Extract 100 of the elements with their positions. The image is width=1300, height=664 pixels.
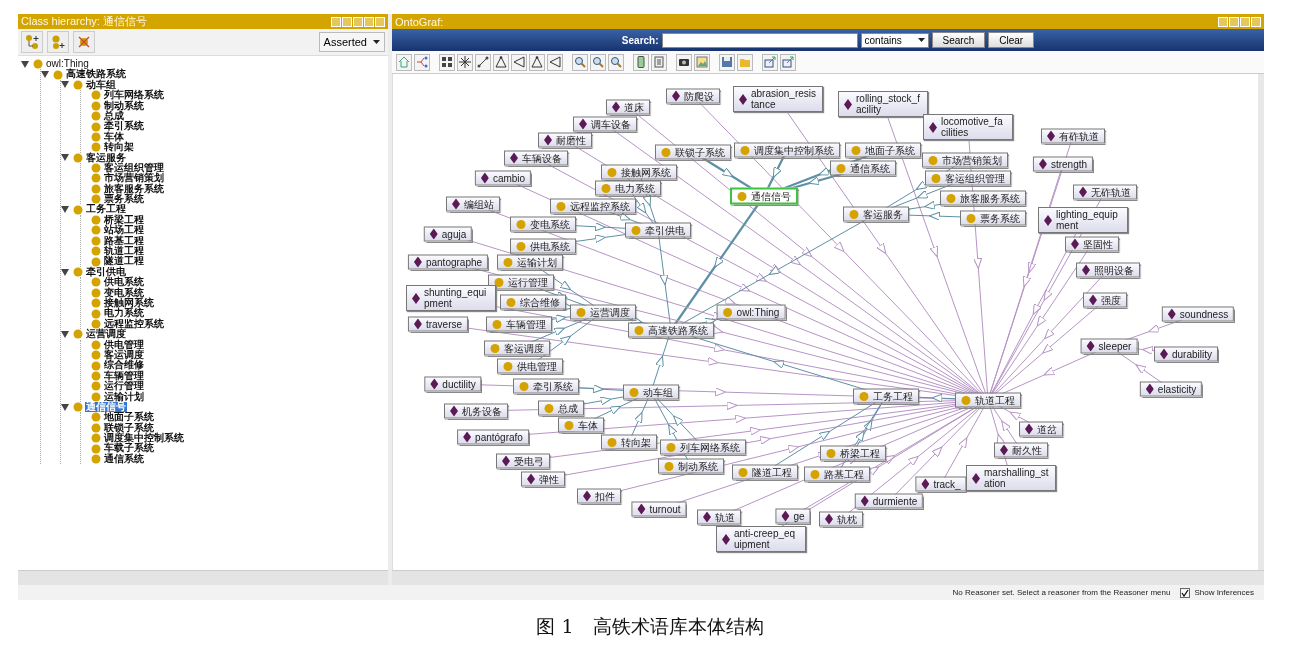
tree-item[interactable]: 总成: [103, 110, 125, 122]
view-dropdown[interactable]: Asserted: [318, 32, 385, 52]
tree-item[interactable]: 工务工程: [85, 204, 127, 215]
tree-item[interactable]: 轨道工程: [103, 246, 145, 257]
tree-item[interactable]: 车体: [103, 131, 125, 143]
graph-node[interactable]: ductility: [424, 376, 482, 392]
graph-node[interactable]: 桥梁工程: [820, 445, 886, 461]
expand-triangle-icon[interactable]: [61, 268, 69, 276]
toolbar-button[interactable]: [572, 53, 588, 71]
search-field[interactable]: [661, 32, 858, 48]
search-action-button[interactable]: Clear: [988, 32, 1035, 48]
toolbar-button[interactable]: [493, 53, 509, 71]
tree-item[interactable]: 桥梁工程: [103, 214, 145, 226]
graph-node[interactable]: soundness: [1161, 306, 1235, 322]
graph-node[interactable]: 车辆管理: [486, 316, 552, 332]
graph-node[interactable]: 坚固性: [1065, 236, 1119, 252]
graph-node[interactable]: 供电系统: [510, 238, 576, 254]
graph-node[interactable]: 道岔: [1019, 421, 1063, 437]
match-mode-dropdown[interactable]: contains: [860, 32, 929, 48]
graph-node[interactable]: 车体: [558, 417, 604, 433]
graph-node[interactable]: strength: [1032, 156, 1094, 172]
tree-item[interactable]: 站场工程: [103, 225, 145, 236]
graph-node[interactable]: 编组站: [446, 196, 500, 212]
add-sibling-button[interactable]: [47, 31, 69, 53]
graph-node[interactable]: 运行管理: [488, 274, 554, 290]
graph-node[interactable]: 旅客服务系统: [940, 190, 1026, 206]
toolbar-button[interactable]: [608, 53, 624, 71]
expand-triangle-icon[interactable]: [61, 330, 69, 338]
tree-item[interactable]: 牵引供电: [85, 266, 127, 278]
toolbar-button[interactable]: [676, 53, 692, 71]
graph-node[interactable]: lighting_equipment: [1038, 207, 1128, 233]
graph-node[interactable]: 高速铁路系统: [628, 322, 714, 338]
graph-node[interactable]: 隧道工程: [732, 464, 798, 480]
tree-item[interactable]: 变电系统: [103, 287, 145, 298]
graph-node[interactable]: 有砟轨道: [1041, 128, 1105, 144]
tree-item[interactable]: 联锁子系统: [103, 422, 155, 434]
tree-item[interactable]: 运行管理: [103, 381, 145, 392]
graph-node[interactable]: 远程监控系统: [550, 198, 636, 214]
tree-item[interactable]: 供电管理: [103, 339, 145, 350]
horizontal-scrollbar[interactable]: [392, 570, 1264, 585]
graph-node[interactable]: 动车组: [623, 384, 679, 400]
graph-node[interactable]: shunting_equipment: [406, 285, 496, 311]
graph-node[interactable]: 牵引系统: [513, 378, 579, 394]
graph-node[interactable]: 工务工程: [853, 388, 919, 404]
graph-node[interactable]: 客运组织管理: [925, 170, 1011, 186]
tree-item[interactable]: 高速铁路系统: [65, 69, 127, 80]
graph-node[interactable]: 变电系统: [510, 216, 576, 232]
graph-node[interactable]: 接触网系统: [601, 164, 677, 180]
tree-item[interactable]: 制动系统: [103, 100, 145, 111]
expand-triangle-icon[interactable]: [61, 206, 69, 214]
graph-node[interactable]: 无砟轨道: [1073, 184, 1137, 200]
graph-node[interactable]: 受电弓: [496, 453, 550, 469]
graph-node[interactable]: sleeper: [1080, 338, 1138, 354]
graph-node[interactable]: 通信信号: [730, 187, 798, 205]
graph-node[interactable]: 联锁子系统: [655, 144, 731, 160]
graph-node[interactable]: 列车网络系统: [660, 439, 746, 455]
horizontal-scrollbar[interactable]: [18, 570, 388, 585]
graph-node[interactable]: elasticity: [1139, 381, 1203, 397]
search-action-button[interactable]: Search: [931, 32, 986, 48]
tree-item[interactable]: owl:Thing: [45, 59, 90, 70]
graph-node[interactable]: 总成: [538, 400, 584, 416]
tree-item[interactable]: 路基工程: [103, 235, 145, 247]
graph-node[interactable]: 市场营销策划: [922, 152, 1008, 168]
tree-item[interactable]: 客运服务: [85, 152, 127, 163]
graph-node[interactable]: 电力系统: [595, 180, 661, 196]
graph-node[interactable]: 道床: [606, 99, 650, 115]
toolbar-button[interactable]: [529, 53, 545, 71]
graph-node[interactable]: 防爬设: [666, 88, 720, 104]
toolbar-button[interactable]: [457, 53, 473, 71]
graph-node[interactable]: marshalling_station: [966, 465, 1056, 491]
graph-node[interactable]: 调车设备: [573, 116, 637, 132]
graph-node[interactable]: 制动系统: [658, 458, 724, 474]
tree-item[interactable]: 牵引系统: [103, 121, 145, 132]
tree-item[interactable]: 隧道工程: [103, 256, 145, 267]
tree-item[interactable]: 地面子系统: [103, 412, 155, 423]
toolbar-button[interactable]: [511, 53, 527, 71]
tree-item[interactable]: 接触网系统: [103, 298, 155, 309]
toolbar-button[interactable]: [633, 53, 649, 71]
tree-item[interactable]: 电力系统: [103, 308, 145, 319]
expand-triangle-icon[interactable]: [21, 60, 29, 68]
expand-triangle-icon[interactable]: [61, 403, 69, 411]
graph-node[interactable]: 通信系统: [830, 160, 896, 176]
graph-node[interactable]: 供电管理: [497, 358, 563, 374]
graph-node[interactable]: 照明设备: [1076, 262, 1140, 278]
graph-node[interactable]: 轨枕: [819, 511, 863, 527]
toolbar-button[interactable]: [439, 53, 455, 71]
graph-node[interactable]: aguja: [423, 226, 473, 242]
graph-node[interactable]: 运输计划: [497, 254, 563, 270]
graph-node[interactable]: durability: [1154, 346, 1218, 362]
graph-node[interactable]: traverse: [407, 316, 469, 332]
graph-node[interactable]: 客运调度: [484, 340, 550, 356]
delete-class-button[interactable]: [73, 31, 95, 53]
graph-node[interactable]: 弹性: [521, 471, 565, 487]
graph-node[interactable]: anti-creep_equipment: [716, 526, 806, 552]
tree-item[interactable]: 运输计划: [103, 391, 145, 402]
graph-node[interactable]: 机务设备: [444, 403, 508, 419]
expand-triangle-icon[interactable]: [61, 81, 69, 89]
tree-item[interactable]: 综合维修: [103, 360, 145, 371]
graph-node[interactable]: pantographe: [407, 254, 489, 270]
graph-node[interactable]: 调度集中控制系统: [734, 142, 840, 158]
